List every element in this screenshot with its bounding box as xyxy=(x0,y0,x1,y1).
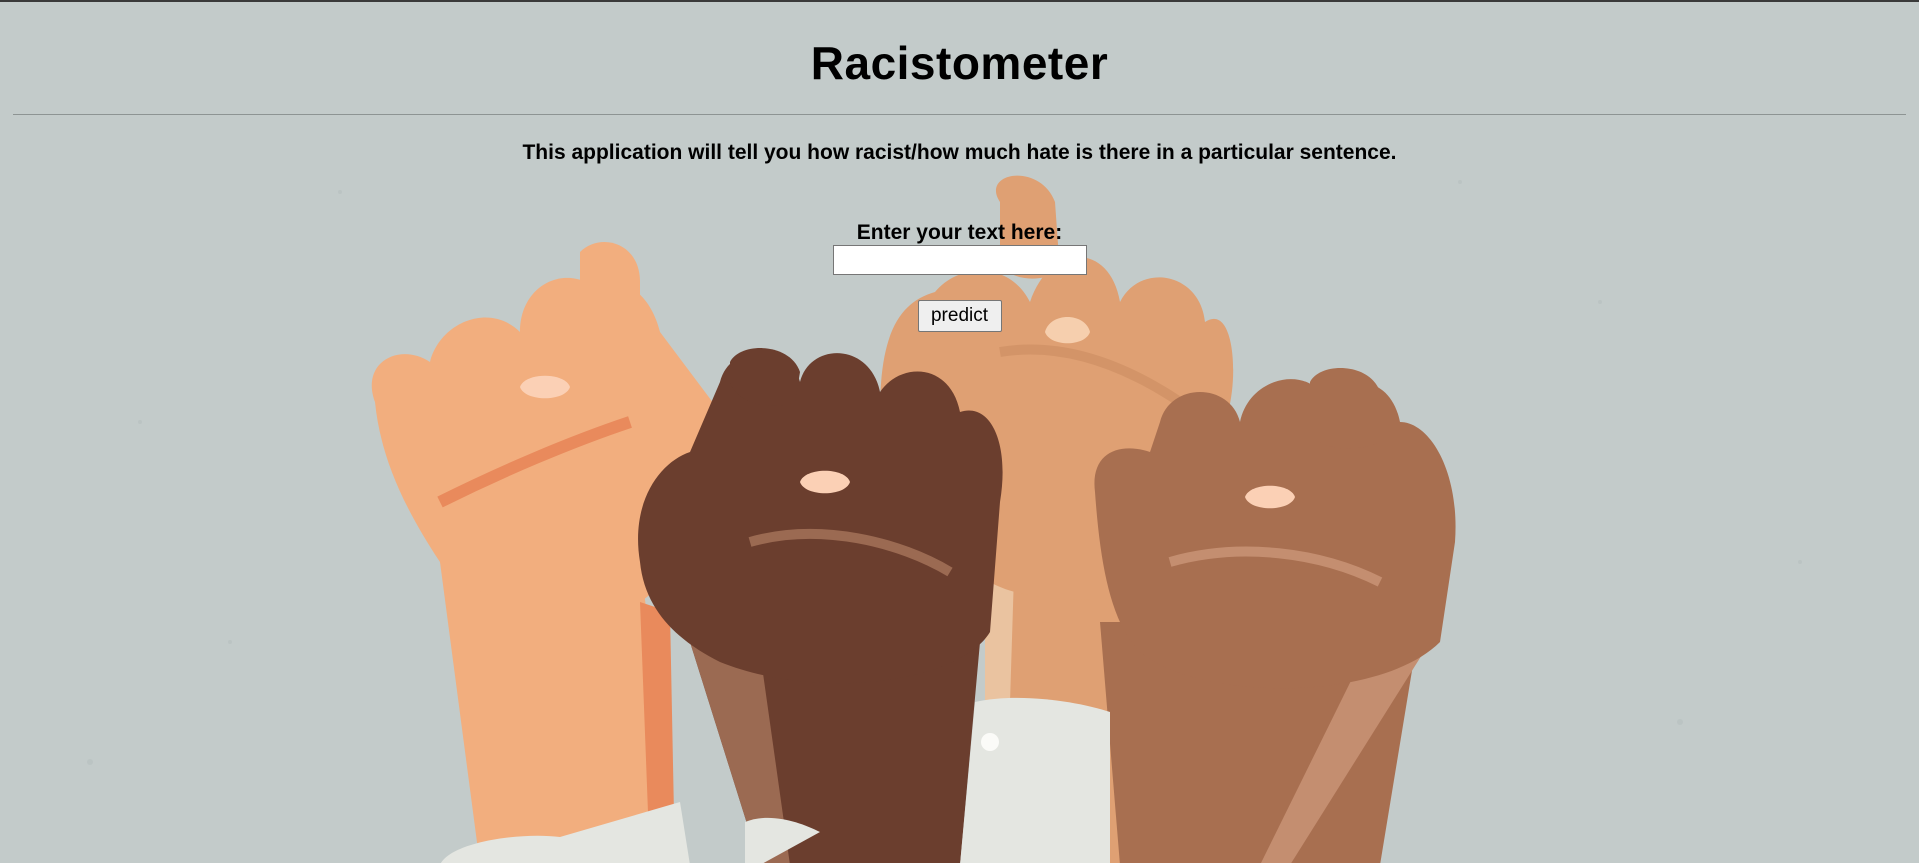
prediction-form: Enter your text here: predict xyxy=(0,221,1919,332)
app-description: This application will tell you how racis… xyxy=(522,141,1397,164)
page-title: Racistometer xyxy=(810,37,1109,89)
main-content: Racistometer This application will tell … xyxy=(0,2,1919,332)
text-input[interactable] xyxy=(832,245,1087,275)
text-input-label: Enter your text here: xyxy=(856,221,1063,244)
divider xyxy=(13,114,1906,115)
predict-button[interactable]: predict xyxy=(917,300,1002,332)
